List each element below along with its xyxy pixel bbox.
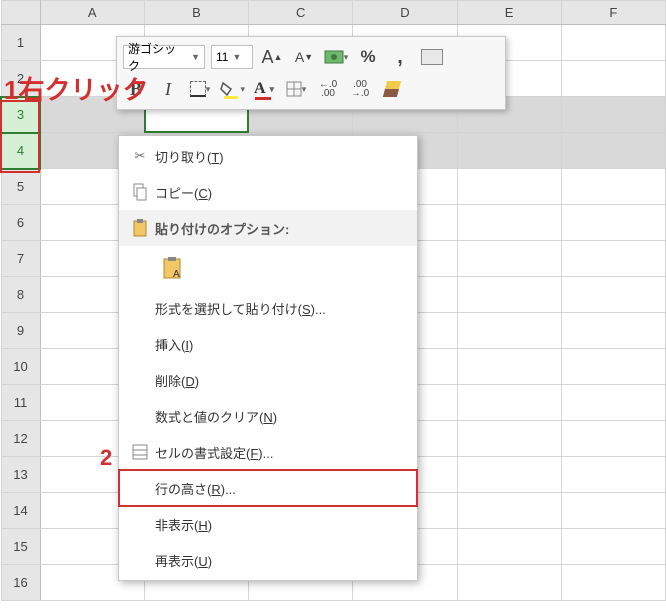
col-header[interactable]: D [353, 1, 457, 25]
menu-paste-special[interactable]: 形式を選択して貼り付け(S)... [119, 290, 417, 326]
border-button[interactable]: ▾ [187, 76, 213, 102]
row-header[interactable]: 11 [1, 385, 40, 421]
col-header[interactable]: E [457, 1, 561, 25]
menu-paste-options-header: 貼り付けのオプション: [119, 210, 417, 246]
col-header[interactable]: F [561, 1, 665, 25]
increase-decimal-button[interactable]: ←.0.00 [315, 76, 341, 102]
menu-row-height[interactable]: 行の高さ(R)... [119, 470, 417, 506]
clipboard-paste-icon: A [161, 255, 183, 281]
menu-delete[interactable]: 削除(D) [119, 362, 417, 398]
chevron-down-icon: ▼ [191, 52, 200, 62]
menu-format-cells[interactable]: セルの書式設定(F)... [119, 434, 417, 470]
money-icon [324, 49, 344, 65]
font-color-button[interactable]: A▾ [251, 76, 277, 102]
row-header[interactable]: 6 [1, 205, 40, 241]
menu-label: 削除(D) [155, 371, 407, 390]
menu-copy[interactable]: コピー(C) [119, 174, 417, 210]
comma-button[interactable]: , [387, 44, 413, 70]
row-header[interactable]: 9 [1, 313, 40, 349]
font-name-combo[interactable]: 游ゴシック ▼ [123, 45, 205, 69]
col-header[interactable]: A [40, 1, 144, 25]
menu-cut[interactable]: ✂ 切り取り(T) [119, 138, 417, 174]
font-name-value: 游ゴシック [128, 40, 187, 74]
menu-label: 数式と値のクリア(N) [155, 407, 407, 426]
fill-color-button[interactable]: ▾ [219, 76, 245, 102]
menu-label: 貼り付けのオプション: [155, 219, 407, 238]
col-header[interactable]: C [249, 1, 353, 25]
scissors-icon: ✂ [125, 148, 155, 164]
menu-insert[interactable]: 挿入(I) [119, 326, 417, 362]
select-all-corner[interactable] [1, 1, 40, 25]
col-header[interactable]: B [144, 1, 248, 25]
row-header[interactable]: 10 [1, 349, 40, 385]
menu-label: 切り取り(T) [155, 147, 407, 166]
svg-text:A: A [173, 269, 180, 280]
grid-icon [286, 81, 302, 97]
menu-label: 再表示(U) [155, 551, 407, 570]
row-header[interactable]: 16 [1, 565, 40, 601]
copy-icon [125, 183, 155, 201]
row-header[interactable]: 8 [1, 277, 40, 313]
percent-button[interactable]: % [355, 44, 381, 70]
clipboard-icon [125, 218, 155, 238]
merge-icon [421, 49, 443, 65]
row-header[interactable]: 7 [1, 241, 40, 277]
menu-label: コピー(C) [155, 183, 407, 202]
row-header[interactable]: 4 [1, 133, 40, 169]
menu-unhide[interactable]: 再表示(U) [119, 542, 417, 578]
format-cells-icon [125, 444, 155, 460]
borders-grid-button[interactable]: ▾ [283, 76, 309, 102]
merge-center-button[interactable] [419, 44, 445, 70]
paste-default-button[interactable]: A [155, 251, 189, 285]
row-header[interactable]: 3 [1, 97, 40, 133]
menu-clear-contents[interactable]: 数式と値のクリア(N) [119, 398, 417, 434]
menu-label: 挿入(I) [155, 335, 407, 354]
row-header[interactable]: 1 [1, 25, 40, 61]
border-icon [190, 81, 206, 97]
row-header[interactable]: 15 [1, 529, 40, 565]
brush-icon [383, 81, 401, 97]
chevron-down-icon: ▼ [232, 52, 241, 62]
menu-label: 行の高さ(R)... [155, 479, 407, 498]
menu-label: 形式を選択して貼り付け(S)... [155, 299, 407, 318]
paste-options-row: A [119, 246, 417, 290]
row-header[interactable]: 5 [1, 169, 40, 205]
menu-label: セルの書式設定(F)... [155, 443, 407, 462]
format-painter-button[interactable] [379, 76, 405, 102]
accounting-format-button[interactable]: ▾ [323, 44, 349, 70]
shrink-font-button[interactable]: A▼ [291, 44, 317, 70]
menu-label: 非表示(H) [155, 515, 407, 534]
font-size-value: 11 [216, 50, 228, 64]
mini-toolbar: 游ゴシック ▼ 11 ▼ A▲ A▼ ▾ % , B I ▾ ▾ A▾ ▾ [116, 36, 506, 110]
decrease-decimal-button[interactable]: .00→.0 [347, 76, 373, 102]
row-header[interactable]: 14 [1, 493, 40, 529]
italic-button[interactable]: I [155, 76, 181, 102]
row-header[interactable]: 2 [1, 61, 40, 97]
grow-font-button[interactable]: A▲ [259, 44, 285, 70]
context-menu: ✂ 切り取り(T) コピー(C) 貼り付けのオプション: A 形式を選択して貼り… [118, 135, 418, 581]
menu-hide[interactable]: 非表示(H) [119, 506, 417, 542]
font-size-combo[interactable]: 11 ▼ [211, 45, 253, 69]
row-header[interactable]: 12 [1, 421, 40, 457]
row-header[interactable]: 13 [1, 457, 40, 493]
bucket-icon [219, 81, 236, 97]
bold-button[interactable]: B [123, 76, 149, 102]
